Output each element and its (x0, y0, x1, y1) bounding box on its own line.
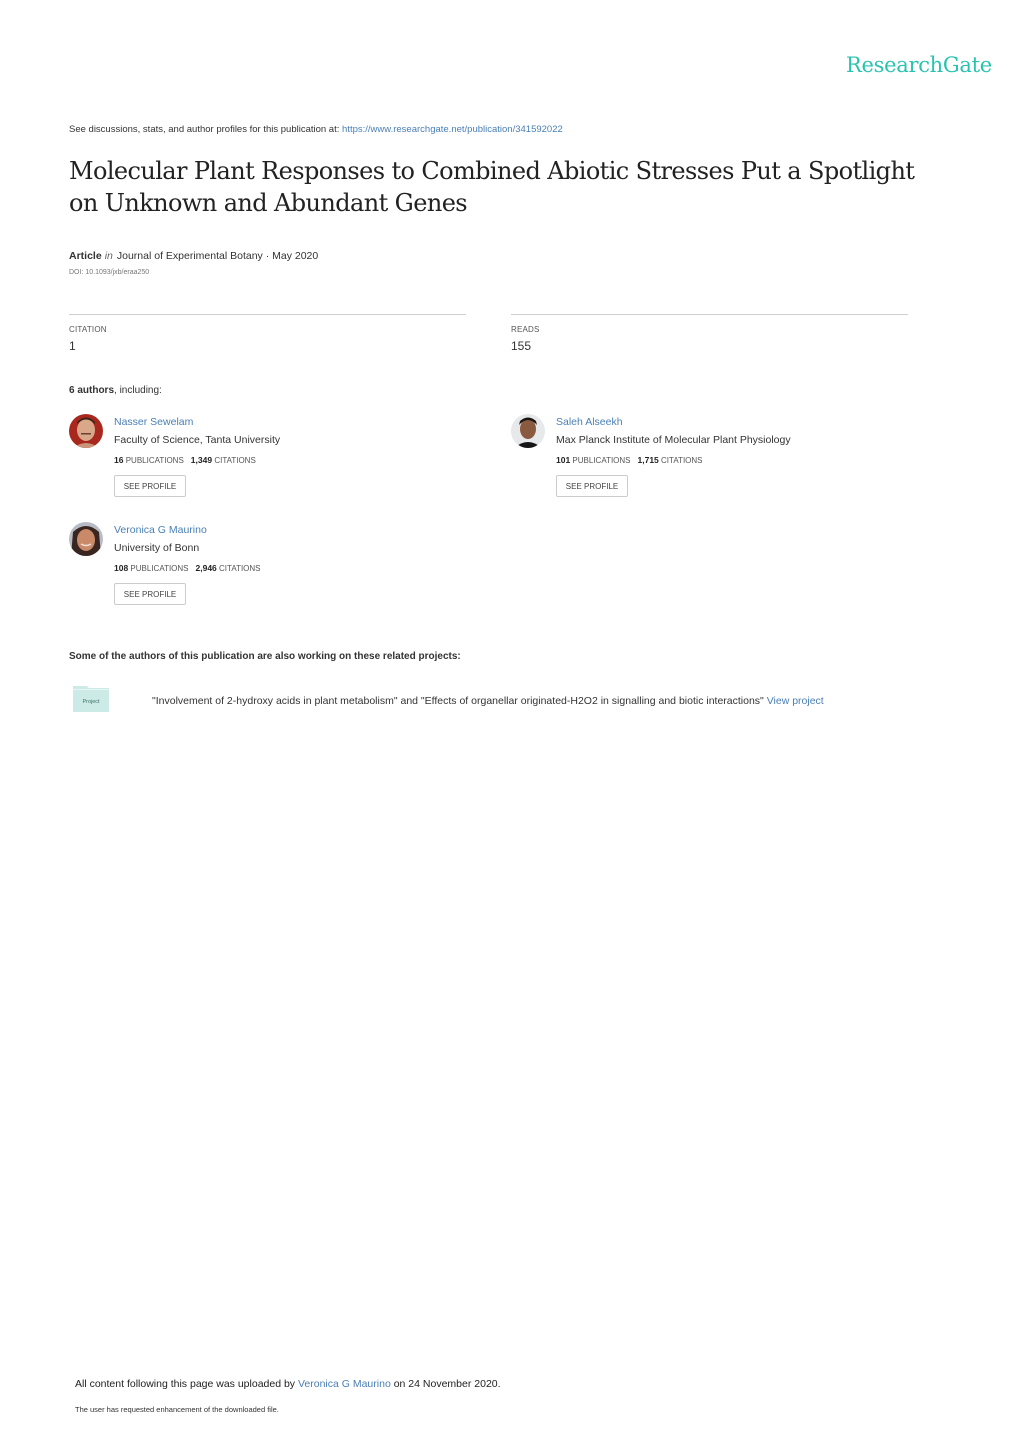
enhancement-note: The user has requested enhancement of th… (75, 1405, 279, 1414)
author-institution: University of Bonn (114, 542, 200, 554)
avatar-photo-icon (69, 522, 103, 556)
project-icon-label: Project (82, 699, 100, 705)
citation-divider (69, 314, 466, 315)
see-profile-button[interactable]: SEE PROFILE (114, 475, 186, 497)
authors-suffix: , including: (114, 385, 162, 396)
uploader-link[interactable]: Veronica G Maurino (298, 1378, 391, 1390)
authors-count: 6 authors (69, 385, 115, 396)
avatar-photo-icon (511, 414, 545, 448)
publications-label: PUBLICATIONS (130, 564, 189, 573)
author-counts: 16 PUBLICATIONS 1,349 CITATIONS (114, 455, 256, 465)
related-projects-heading: Some of the authors of this publication … (69, 651, 461, 662)
author-name-link[interactable]: Veronica G Maurino (114, 524, 207, 536)
publication-title: Molecular Plant Responses to Combined Ab… (69, 157, 915, 217)
avatar[interactable] (511, 414, 545, 448)
author-card: Veronica G Maurino University of Bonn 10… (69, 522, 469, 622)
publication-meta: Article in Journal of Experimental Botany … (69, 250, 318, 262)
author-counts: 108 PUBLICATIONS 2,946 CITATIONS (114, 563, 261, 573)
reads-label: READS (511, 325, 540, 334)
citation-value: 1 (69, 339, 76, 353)
upload-prefix: All content following this page was uplo… (75, 1378, 298, 1390)
publications-label: PUBLICATIONS (572, 456, 631, 465)
publication-url-link[interactable]: https://www.researchgate.net/publication… (342, 124, 563, 135)
publications-count: 108 (114, 563, 129, 573)
avatar[interactable] (69, 414, 103, 448)
author-name-link[interactable]: Saleh Alseekh (556, 416, 623, 428)
author-counts: 101 PUBLICATIONS 1,715 CITATIONS (556, 455, 703, 465)
doi: DOI: 10.1093/jxb/eraa250 (69, 269, 150, 276)
reads-value: 155 (511, 339, 532, 353)
citations-label: CITATIONS (661, 456, 703, 465)
publications-label: PUBLICATIONS (125, 456, 184, 465)
author-card: Saleh Alseekh Max Planck Institute of Mo… (511, 414, 911, 514)
journal-date: Journal of Experimental Botany · May 202… (116, 250, 319, 262)
view-project-link[interactable]: View project (767, 695, 824, 707)
reads-divider (511, 314, 908, 315)
upload-suffix: on 24 November 2020. (390, 1378, 501, 1390)
project-description: "Involvement of 2-hydroxy acids in plant… (152, 695, 767, 707)
publications-count: 16 (114, 455, 124, 465)
project-folder-icon: Project (73, 684, 109, 712)
intro-text: See discussions, stats, and author profi… (69, 124, 343, 135)
citations-label: CITATIONS (219, 564, 261, 573)
authors-heading: 6 authors, including: (69, 385, 162, 396)
in-label: in (104, 250, 113, 262)
see-discussions-line: See discussions, stats, and author profi… (69, 124, 563, 135)
citation-label: CITATION (69, 325, 107, 334)
see-profile-button[interactable]: SEE PROFILE (114, 583, 186, 605)
citations-count: 1,349 (190, 455, 213, 465)
author-name-link[interactable]: Nasser Sewelam (114, 416, 193, 428)
project-item: "Involvement of 2-hydroxy acids in plant… (152, 695, 824, 707)
citations-count: 1,715 (637, 455, 659, 465)
citations-label: CITATIONS (214, 456, 256, 465)
upload-info: All content following this page was uplo… (75, 1378, 501, 1390)
publication-type: Article (69, 250, 102, 262)
avatar[interactable] (69, 522, 103, 556)
author-institution: Faculty of Science, Tanta University (114, 434, 281, 446)
see-profile-button[interactable]: SEE PROFILE (556, 475, 628, 497)
author-institution: Max Planck Institute of Molecular Plant … (556, 434, 791, 446)
author-card: Nasser Sewelam Faculty of Science, Tanta… (69, 414, 469, 514)
avatar-photo-icon (69, 414, 103, 448)
researchgate-logo[interactable]: ResearchGate (846, 53, 992, 77)
publications-count: 101 (556, 455, 571, 465)
citations-count: 2,946 (195, 563, 217, 573)
